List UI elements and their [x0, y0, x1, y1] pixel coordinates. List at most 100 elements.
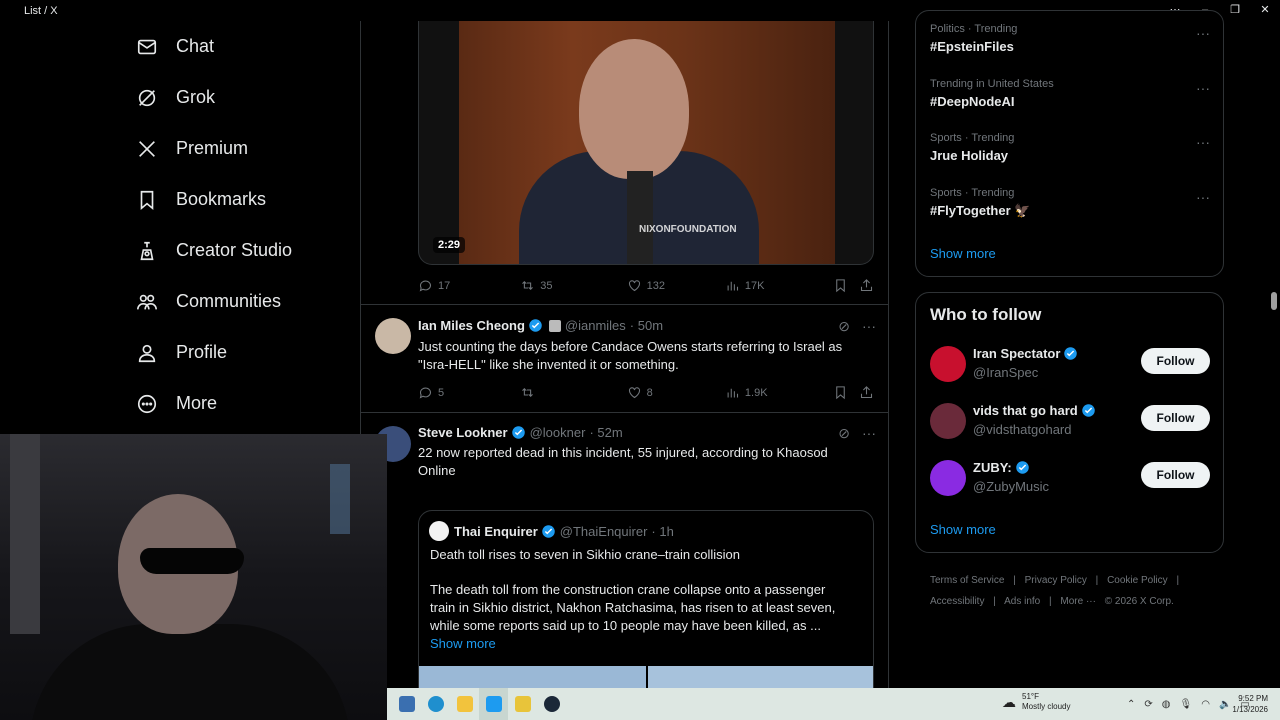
- weather-widget[interactable]: ☁ 51°F Mostly cloudy: [1002, 692, 1070, 712]
- author-handle[interactable]: @ianmiles: [565, 318, 626, 333]
- cookie-link[interactable]: Cookie Policy: [1107, 575, 1168, 586]
- sync-icon[interactable]: ⟳: [1144, 699, 1152, 710]
- verified-badge-icon: [1064, 347, 1078, 360]
- follow-suggestion[interactable]: Iran Spectator @IranSpec Follow: [930, 344, 1210, 384]
- color-icon[interactable]: ◍: [1162, 699, 1171, 710]
- quote-image[interactable]: [648, 666, 873, 688]
- follow-button[interactable]: Follow: [1141, 462, 1210, 488]
- more-options-icon[interactable]: ···: [862, 425, 876, 442]
- puzzle-app-icon[interactable]: [508, 688, 537, 720]
- quote-image[interactable]: [419, 666, 646, 688]
- quote-time[interactable]: · 1h: [651, 524, 673, 539]
- tweet-header: Ian Miles Cheong @ianmiles · 50m: [418, 318, 663, 333]
- nav-label: Chat: [176, 36, 215, 56]
- more-options-icon[interactable]: ···: [1196, 80, 1210, 96]
- show-more-link[interactable]: Show more: [430, 635, 862, 653]
- avatar[interactable]: [930, 403, 966, 439]
- grok-icon: [136, 87, 170, 109]
- tweet-time[interactable]: · 50m: [630, 318, 663, 333]
- tweet[interactable]: Ian Miles Cheong @ianmiles · 50m ⊘ ··· J…: [361, 304, 888, 412]
- wifi-icon[interactable]: ◠: [1201, 699, 1210, 710]
- avatar[interactable]: [930, 346, 966, 382]
- scrollbar-thumb[interactable]: [1271, 292, 1277, 310]
- x-logo-icon: [136, 138, 170, 160]
- views-button[interactable]: 1.9K: [725, 385, 833, 400]
- microphone-icon[interactable]: 🎙: [1180, 699, 1193, 710]
- nav-item-premium[interactable]: Premium: [130, 123, 360, 174]
- nav-item-profile[interactable]: Profile: [130, 327, 360, 378]
- trend-item[interactable]: Politics · Trending #EpsteinFiles ···: [930, 23, 1210, 54]
- share-icon: [860, 386, 873, 399]
- system-clock[interactable]: 9:52 PM 1/13/2026: [1232, 693, 1268, 715]
- analytics-icon: [727, 281, 738, 291]
- ads-info-link[interactable]: Ads info: [1004, 596, 1040, 607]
- trend-item[interactable]: Trending in United States #DeepNodeAI ··…: [930, 78, 1210, 109]
- bookmark-button[interactable]: [833, 278, 859, 293]
- more-link[interactable]: More ···: [1060, 596, 1096, 607]
- more-options-icon[interactable]: ···: [1196, 25, 1210, 41]
- like-button[interactable]: 8: [627, 385, 725, 400]
- author-handle[interactable]: @lookner: [530, 425, 586, 440]
- more-options-icon[interactable]: ···: [1196, 134, 1210, 150]
- grok-icon[interactable]: ⊘: [838, 425, 850, 442]
- more-options-icon[interactable]: ···: [1196, 189, 1210, 205]
- quote-author-handle[interactable]: @ThaiEnquirer: [560, 524, 648, 539]
- terms-link[interactable]: Terms of Service: [930, 575, 1004, 586]
- views-button[interactable]: 17K: [725, 278, 833, 293]
- nav-item-grok[interactable]: Grok: [130, 72, 360, 123]
- webcam-sunglasses: [140, 548, 244, 574]
- verified-badge-icon: [529, 319, 542, 332]
- nav-item-more[interactable]: More: [130, 378, 360, 429]
- volume-icon[interactable]: 🔈: [1219, 699, 1231, 710]
- nav-item-creator-studio[interactable]: Creator Studio: [130, 225, 360, 276]
- quoted-tweet[interactable]: Thai Enquirer @ThaiEnquirer · 1h Death t…: [418, 510, 874, 688]
- follow-button[interactable]: Follow: [1141, 405, 1210, 431]
- calculator-icon[interactable]: [392, 688, 421, 720]
- quote-avatar[interactable]: [429, 521, 449, 541]
- trends-panel: Politics · Trending #EpsteinFiles ··· Tr…: [915, 10, 1224, 277]
- follow-button[interactable]: Follow: [1141, 348, 1210, 374]
- follow-suggestion[interactable]: ZUBY: @ZubyMusic Follow: [930, 458, 1210, 498]
- close-button[interactable]: ✕: [1250, 0, 1280, 21]
- trends-show-more[interactable]: Show more: [930, 246, 996, 261]
- quote-author-name[interactable]: Thai Enquirer: [454, 524, 538, 539]
- nav-item-bookmarks[interactable]: Bookmarks: [130, 174, 360, 225]
- nav-item-communities[interactable]: Communities: [130, 276, 360, 327]
- account-name: Iran Spectator: [973, 346, 1078, 361]
- like-button[interactable]: 132: [627, 278, 725, 293]
- file-explorer-icon[interactable]: [450, 688, 479, 720]
- avatar[interactable]: [375, 318, 411, 354]
- repost-button[interactable]: [520, 385, 626, 400]
- restore-button[interactable]: ❐: [1220, 0, 1250, 21]
- more-options-icon[interactable]: ···: [862, 318, 876, 335]
- who-to-follow-show-more[interactable]: Show more: [930, 522, 996, 537]
- follow-suggestion[interactable]: vids that go hard @vidsthatgohard Follow: [930, 401, 1210, 441]
- nav-item-chat[interactable]: Chat: [130, 21, 360, 72]
- reply-button[interactable]: 5: [418, 385, 520, 400]
- share-button[interactable]: [859, 385, 874, 400]
- page-scrollbar[interactable]: [1268, 21, 1280, 688]
- twitter-app-icon[interactable]: [479, 688, 508, 720]
- tweet[interactable]: Steve Lookner @lookner · 52m ⊘ ··· 22 no…: [361, 412, 888, 688]
- trend-item[interactable]: Sports · Trending Jrue Holiday ···: [930, 132, 1210, 163]
- accessibility-link[interactable]: Accessibility: [930, 596, 984, 607]
- edge-icon[interactable]: [421, 688, 450, 720]
- trend-item[interactable]: Sports · Trending #FlyTogether 🦅 ···: [930, 187, 1210, 219]
- verified-badge-icon: [1081, 404, 1095, 417]
- steam-icon[interactable]: [537, 688, 566, 720]
- privacy-link[interactable]: Privacy Policy: [1025, 575, 1087, 586]
- video-player[interactable]: NIXONFOUNDATION 2:29: [418, 21, 874, 265]
- tweet-time[interactable]: · 52m: [589, 425, 622, 440]
- chevron-up-icon[interactable]: ⌃: [1127, 699, 1135, 710]
- account-handle: @ZubyMusic: [973, 479, 1050, 494]
- reply-button[interactable]: 17: [418, 278, 520, 293]
- left-navigation: Chat Grok Premium Bookmarks Creator Stud…: [130, 21, 360, 429]
- author-name[interactable]: Ian Miles Cheong: [418, 318, 525, 333]
- share-button[interactable]: [859, 278, 874, 293]
- repost-button[interactable]: 35: [520, 278, 626, 293]
- grok-icon[interactable]: ⊘: [838, 318, 850, 335]
- author-name[interactable]: Steve Lookner: [418, 425, 508, 440]
- bookmark-button[interactable]: [833, 385, 859, 400]
- quote-body: The death toll from the construction cra…: [430, 581, 862, 653]
- avatar[interactable]: [930, 460, 966, 496]
